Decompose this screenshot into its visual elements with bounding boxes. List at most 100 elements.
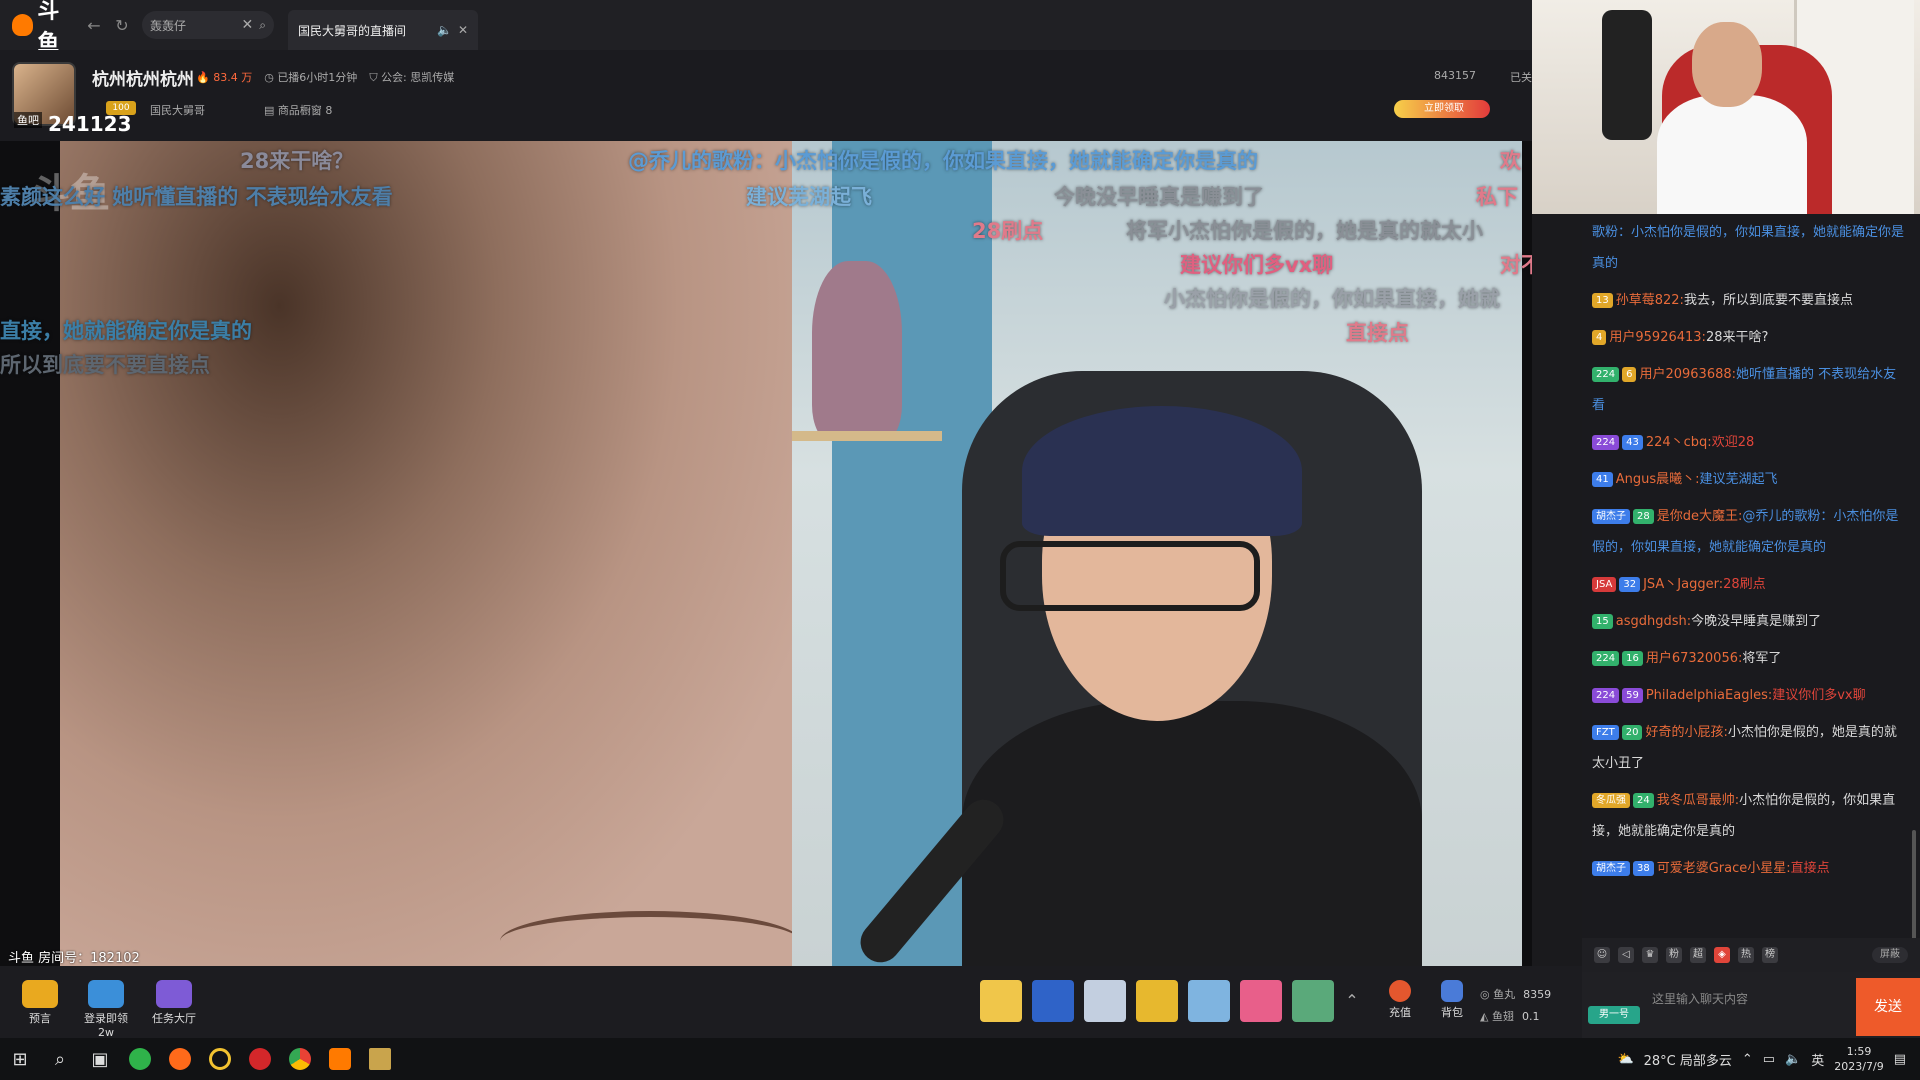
chat-text: 建议芜湖起飞 xyxy=(1699,472,1778,487)
gift-item[interactable] xyxy=(1240,980,1282,1022)
red-packet-icon[interactable]: ◈ xyxy=(1714,947,1730,963)
emoji-icon[interactable]: ☺ xyxy=(1594,947,1610,963)
douyu-client-icon[interactable] xyxy=(320,1038,360,1080)
user-badge[interactable]: 224 xyxy=(1592,651,1620,666)
backpack-button[interactable]: 背包 xyxy=(1424,980,1480,1026)
forecast-button[interactable]: 预言 xyxy=(12,980,68,1026)
guild[interactable]: ⛉ 公会: 思凯传媒 xyxy=(369,69,454,85)
user-badge[interactable]: 38 xyxy=(1633,861,1654,876)
fan-badge[interactable]: 男一号 xyxy=(1588,1006,1640,1024)
douyu-app-icon[interactable] xyxy=(160,1038,200,1080)
chrome-icon[interactable] xyxy=(280,1038,320,1080)
chat-panel[interactable]: 歌粉：小杰怕你是假的，你如果直接，她就能确定你是真的 13 孙草莓822:我去，所以… xyxy=(1582,214,1920,938)
netease-music-icon[interactable] xyxy=(240,1038,280,1080)
video-player[interactable]: 斗鱼 28来干啥？ 素颜这么好 她听懂直播的 不表现给水友看 直接，她就能确定你… xyxy=(0,141,1532,966)
promo-claim-button[interactable]: 立即领取 xyxy=(1394,100,1490,118)
horn-icon[interactable]: ◁ xyxy=(1618,947,1634,963)
user-badge[interactable]: 43 xyxy=(1622,435,1643,450)
lol-icon[interactable] xyxy=(360,1038,400,1080)
speaker-icon[interactable]: 🔈 xyxy=(437,23,452,37)
clear-search-icon[interactable]: ✕ xyxy=(242,17,254,33)
task-hall-button[interactable]: 任务大厅 xyxy=(146,980,202,1026)
chat-username[interactable]: 224丶cbq: xyxy=(1646,435,1712,450)
weather-text[interactable]: 28°C 局部多云 xyxy=(1644,1050,1732,1069)
user-badge[interactable]: 41 xyxy=(1592,472,1613,487)
user-badge[interactable]: 224 xyxy=(1592,688,1620,703)
user-badge[interactable]: 28 xyxy=(1633,509,1654,524)
notification-icon[interactable]: ▤ xyxy=(1894,1052,1906,1067)
tab-live-room[interactable]: 国民大舅哥的直播间 🔈 ✕ xyxy=(288,10,478,50)
follow-button[interactable]: 已关 xyxy=(1510,69,1532,85)
search-icon[interactable]: ⌕ xyxy=(259,18,266,33)
volume-icon[interactable]: 🔈 xyxy=(1785,1052,1801,1067)
clock[interactable]: 1:59 2023/7/9 xyxy=(1834,1044,1883,1074)
user-badge[interactable]: 224 xyxy=(1592,435,1620,450)
gift-item[interactable] xyxy=(1292,980,1334,1022)
chat-username[interactable]: 是你de大魔王: xyxy=(1657,509,1743,524)
recharge-icon xyxy=(1389,980,1411,1002)
user-badge[interactable]: 224 xyxy=(1592,367,1620,382)
user-badge[interactable]: FZT xyxy=(1592,725,1619,740)
yellow-app-icon[interactable] xyxy=(200,1038,240,1080)
refresh-icon[interactable]: ↻ xyxy=(108,11,136,39)
user-badge[interactable]: 20 xyxy=(1621,725,1643,740)
user-badge[interactable]: JSA xyxy=(1592,577,1617,592)
chat-username[interactable]: 用户95926413: xyxy=(1609,330,1706,345)
gift-icon[interactable]: ♛ xyxy=(1642,947,1658,963)
shop-window-link[interactable]: ▤ 商品橱窗 8 xyxy=(264,102,332,118)
network-icon[interactable]: ▭ xyxy=(1763,1052,1775,1067)
gift-item[interactable] xyxy=(1032,980,1074,1022)
user-badge[interactable]: 胡杰子 xyxy=(1592,509,1630,524)
chat-username[interactable]: JSA丶Jagger: xyxy=(1643,577,1723,592)
user-badge[interactable]: 16 xyxy=(1622,651,1643,666)
task-view-icon[interactable]: ▣ xyxy=(80,1038,120,1080)
webcam-shirt xyxy=(1657,95,1807,214)
chat-username[interactable]: Angus晨曦丶: xyxy=(1616,472,1700,487)
chat-username[interactable]: 好奇的小屁孩: xyxy=(1645,725,1727,740)
recharge-button[interactable]: 充值 xyxy=(1372,980,1428,1026)
user-badge[interactable]: 59 xyxy=(1622,688,1643,703)
ime-indicator[interactable]: 英 xyxy=(1811,1050,1824,1069)
gift-item[interactable] xyxy=(980,980,1022,1022)
super-icon[interactable]: 超 xyxy=(1690,947,1706,963)
chat-username[interactable]: 可爱老婆Grace小星星: xyxy=(1657,861,1791,876)
fishbar-label[interactable]: 鱼吧 xyxy=(14,112,42,128)
anchor-nickname[interactable]: 国民大舅哥 xyxy=(150,102,205,118)
windows-start-icon[interactable]: ⊞ xyxy=(0,1038,40,1080)
rank-icon[interactable]: 榜 xyxy=(1762,947,1778,963)
login-gift-button[interactable]: 登录即领2w xyxy=(78,980,134,1039)
wechat-icon[interactable] xyxy=(120,1038,160,1080)
gift-item[interactable] xyxy=(1188,980,1230,1022)
chat-username[interactable]: 用户20963688: xyxy=(1639,367,1736,382)
chat-scrollbar[interactable] xyxy=(1912,830,1916,940)
danmu-item: 素颜这么好 她听懂直播的 不表现给水友看 xyxy=(0,185,393,209)
shelf xyxy=(792,431,942,441)
block-toggle[interactable]: 屏蔽 xyxy=(1872,947,1908,963)
chat-username[interactable]: 用户67320056: xyxy=(1646,651,1743,666)
close-tab-icon[interactable]: ✕ xyxy=(458,23,468,37)
chat-input[interactable]: 这里输入聊天内容 xyxy=(1652,990,1748,1007)
user-badge[interactable]: 13 xyxy=(1592,293,1613,308)
chat-username[interactable]: PhiladelphiaEagles: xyxy=(1646,688,1772,703)
search-input[interactable]: 轰轰仔 ✕ ⌕ xyxy=(142,11,274,39)
search-icon[interactable]: ⌕ xyxy=(40,1038,80,1080)
gift-item[interactable] xyxy=(1084,980,1126,1022)
douyu-logo[interactable]: 斗鱼 xyxy=(0,0,80,56)
back-icon[interactable]: ← xyxy=(80,11,108,39)
hot-icon[interactable]: 热 xyxy=(1738,947,1754,963)
user-badge[interactable]: 6 xyxy=(1622,367,1637,382)
user-badge[interactable]: 冬瓜强 xyxy=(1592,793,1630,808)
send-button[interactable]: 发送 xyxy=(1856,978,1920,1036)
gift-item[interactable] xyxy=(1136,980,1178,1022)
tray-expand-icon[interactable]: ⌃ xyxy=(1742,1052,1753,1067)
user-badge[interactable]: 4 xyxy=(1592,330,1607,345)
user-badge[interactable]: 15 xyxy=(1592,614,1613,629)
chat-username[interactable]: 我冬瓜哥最帅: xyxy=(1657,793,1739,808)
chat-username[interactable]: asgdhgdsh: xyxy=(1616,614,1691,629)
user-badge[interactable]: 32 xyxy=(1619,577,1641,592)
user-badge[interactable]: 24 xyxy=(1633,793,1654,808)
user-badge[interactable]: 胡杰子 xyxy=(1592,861,1630,876)
chat-username[interactable]: 孙草莓822: xyxy=(1616,293,1684,308)
fans-icon[interactable]: 粉 xyxy=(1666,947,1682,963)
expand-gifts-icon[interactable]: ⌃ xyxy=(1344,980,1360,1022)
